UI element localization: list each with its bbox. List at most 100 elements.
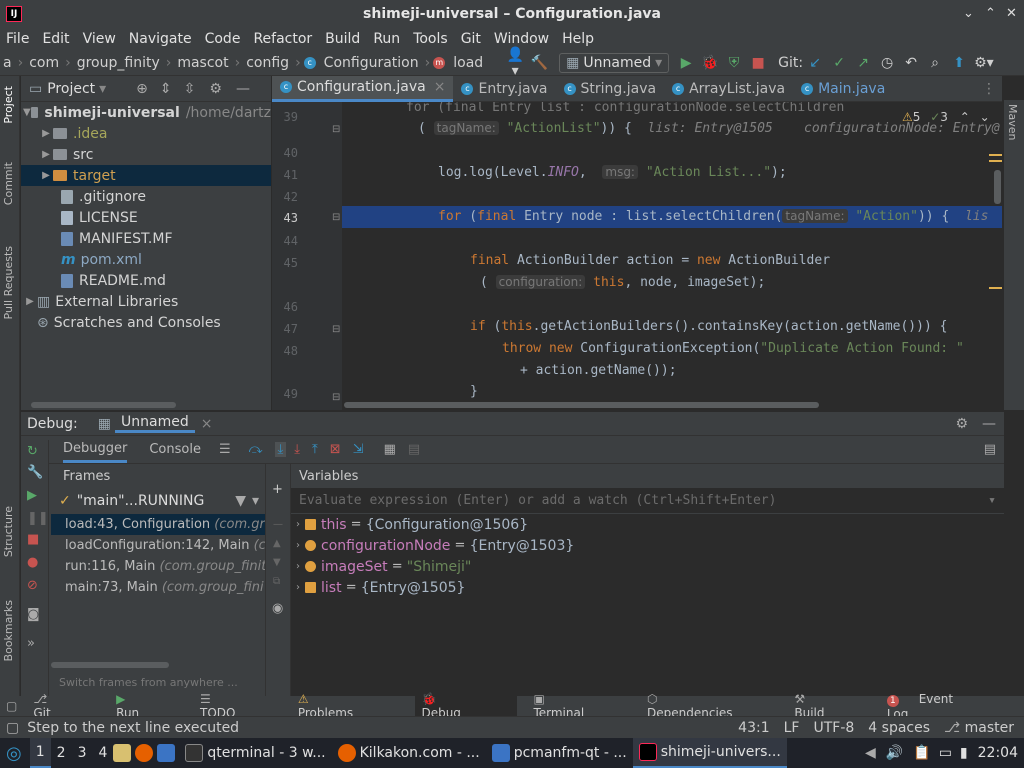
bookmarks-tool-tab[interactable]: Bookmarks	[2, 600, 15, 661]
task-intellij[interactable]: shimeji-univers...	[632, 738, 787, 768]
stop-icon[interactable]: ■	[749, 55, 767, 71]
menu-navigate[interactable]: Navigate	[129, 31, 192, 47]
horizontal-scrollbar[interactable]	[31, 402, 176, 408]
tree-item-idea[interactable]: ▶ .idea	[21, 123, 271, 144]
volume-icon[interactable]: 🔊	[886, 745, 903, 761]
frame-row[interactable]: loadConfiguration:142, Main (c	[51, 535, 265, 556]
toggle-tool-windows-icon[interactable]: ▢	[6, 720, 19, 736]
horizontal-scrollbar[interactable]	[51, 662, 169, 668]
search-icon[interactable]: ⌕	[926, 55, 944, 71]
firefox-launcher-icon[interactable]	[135, 744, 154, 762]
eye-icon[interactable]: ◉	[272, 601, 284, 616]
variable-row[interactable]: › list = {Entry@1505}	[291, 577, 1004, 598]
rollback-icon[interactable]: ↶	[902, 55, 920, 71]
chevron-right-icon[interactable]: ▶	[39, 149, 53, 160]
add-watch-icon[interactable]: +	[272, 482, 284, 497]
tray-arrow-icon[interactable]: ◀	[865, 745, 876, 761]
collapse-all-icon[interactable]: ⇳	[184, 81, 196, 97]
breadcrumb-configuration[interactable]: Configuration	[324, 55, 419, 71]
workspace-1[interactable]: 1	[29, 738, 51, 768]
toggle-panels-icon[interactable]: ▢	[6, 699, 17, 713]
run-to-cursor-icon[interactable]: ⇲	[353, 442, 364, 457]
tab-debugger[interactable]: Debugger	[63, 437, 128, 463]
task-pcmanfm[interactable]: pcmanfm-qt - ...	[486, 738, 633, 768]
maven-tool-tab[interactable]: Maven	[1006, 104, 1019, 140]
pull-requests-tool-tab[interactable]: Pull Requests	[2, 246, 15, 319]
tree-item-external-libraries[interactable]: ▶ ▥ External Libraries	[21, 291, 271, 312]
gear-icon[interactable]: ⚙	[209, 81, 222, 97]
fold-icon[interactable]: ⊟	[332, 392, 340, 403]
fold-icon[interactable]: ⊟	[332, 212, 340, 223]
tree-item-license[interactable]: LICENSE	[21, 207, 271, 228]
chevron-right-icon[interactable]: ›	[291, 540, 305, 551]
chevron-down-icon[interactable]: ▾	[988, 493, 996, 508]
coverage-icon[interactable]: ⛨	[725, 55, 743, 71]
breadcrumb-a[interactable]: a	[3, 55, 12, 71]
frame-row[interactable]: main:73, Main (com.group_fini	[51, 577, 265, 598]
minimize-icon[interactable]: ⌄	[963, 6, 974, 21]
close-icon[interactable]: ✕	[1006, 6, 1017, 21]
step-out-icon[interactable]: ⤒	[312, 442, 318, 457]
git-branch-widget[interactable]: ⎇ master	[944, 720, 1014, 736]
hide-icon[interactable]: —	[982, 416, 996, 432]
commit-tool-tab[interactable]: Commit	[2, 162, 15, 205]
chevron-right-icon[interactable]: ▶	[39, 170, 53, 181]
camera-icon[interactable]: ◙	[27, 607, 42, 622]
breadcrumb-mascot[interactable]: mascot	[177, 55, 228, 71]
locate-icon[interactable]: ⊕	[136, 81, 148, 97]
variable-row[interactable]: › this = {Configuration@1506}	[291, 514, 1004, 535]
step-into-icon[interactable]: ⤓	[294, 442, 300, 457]
step-over-icon[interactable]: ⤓	[274, 442, 287, 457]
chevron-down-icon[interactable]: ▾	[252, 493, 259, 509]
fold-icon[interactable]: ⊟	[332, 324, 340, 335]
line-separator[interactable]: LF	[784, 720, 800, 736]
rerun-icon[interactable]: ↻	[27, 444, 42, 459]
structure-tool-tab[interactable]: Structure	[2, 506, 15, 557]
hide-icon[interactable]: —	[236, 81, 250, 97]
layout-settings-icon[interactable]: ▤	[984, 442, 996, 457]
menu-code[interactable]: Code	[205, 31, 241, 47]
breadcrumb-group-finity[interactable]: group_finity	[77, 55, 160, 71]
tab-arraylist-java[interactable]: c ArrayList.java	[664, 76, 793, 102]
show-execution-point-icon[interactable]: ⤼	[249, 442, 263, 457]
workspace-3[interactable]: 3	[72, 738, 93, 768]
tree-item-gitignore[interactable]: .gitignore	[21, 186, 271, 207]
vertical-scrollbar[interactable]	[994, 170, 1001, 204]
drop-frame-icon[interactable]: ⊠	[330, 442, 341, 457]
filter-icon[interactable]: ▼	[235, 493, 246, 509]
breadcrumb-com[interactable]: com	[29, 55, 59, 71]
error-stripe-mark[interactable]	[989, 287, 1002, 289]
frame-row[interactable]: run:116, Main (com.group_finit	[51, 556, 265, 577]
git-commit-icon[interactable]: ✓	[830, 55, 848, 71]
battery-icon[interactable]: ▮	[960, 745, 968, 761]
menu-run[interactable]: Run	[373, 31, 400, 47]
evaluate-icon[interactable]: ▦	[384, 442, 396, 457]
tab-main-java[interactable]: c Main.java	[793, 76, 893, 102]
tree-root[interactable]: ▼ shimeji-universal /home/dartz	[21, 102, 271, 123]
tree-item-manifest[interactable]: MANIFEST.MF	[21, 228, 271, 249]
chevron-right-icon[interactable]: ›	[291, 519, 305, 530]
git-update-icon[interactable]: ↙	[806, 55, 824, 71]
network-icon[interactable]: ▭	[939, 745, 952, 761]
tab-overflow-icon[interactable]: ⋮	[982, 81, 996, 97]
chevron-right-icon[interactable]: ›	[291, 561, 305, 572]
error-stripe-mark[interactable]	[989, 154, 1002, 156]
breadcrumb-load[interactable]: load	[453, 55, 483, 71]
error-stripe-mark[interactable]	[989, 160, 1002, 162]
close-icon[interactable]: ×	[201, 416, 213, 432]
tree-item-scratches[interactable]: ⊛ Scratches and Consoles	[21, 312, 271, 333]
menu-build[interactable]: Build	[325, 31, 360, 47]
tab-console[interactable]: Console	[149, 442, 201, 457]
tree-item-readme[interactable]: README.md	[21, 270, 271, 291]
tree-item-target[interactable]: ▶ target	[21, 165, 271, 186]
git-push-icon[interactable]: ↗	[854, 55, 872, 71]
user-icon[interactable]: 👤▾	[506, 47, 524, 79]
settings-wrench-icon[interactable]: 🔧	[27, 465, 43, 480]
chevron-down-icon[interactable]: ▼	[23, 107, 31, 118]
menu-tools[interactable]: Tools	[413, 31, 448, 47]
gear-icon[interactable]: ⚙	[955, 416, 968, 432]
workspace-2[interactable]: 2	[51, 738, 72, 768]
fold-icon[interactable]: ⊟	[332, 124, 340, 135]
run-configuration-select[interactable]: ▦ Unnamed ▾	[559, 52, 670, 73]
menu-window[interactable]: Window	[494, 31, 549, 47]
